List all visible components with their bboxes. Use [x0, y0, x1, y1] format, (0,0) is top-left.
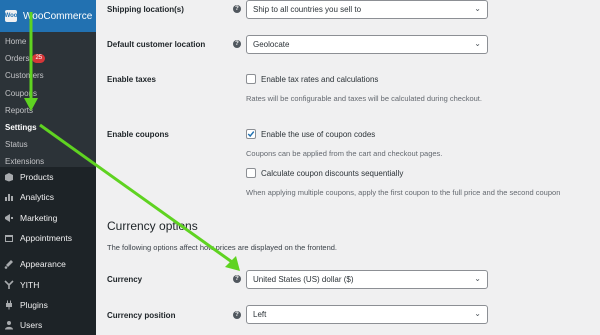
menu-label: YITH [20, 279, 40, 290]
checkmark-icon [247, 131, 255, 138]
box-icon [4, 172, 14, 182]
submenu-coupons[interactable]: Coupons [0, 85, 96, 102]
help-icon[interactable]: ? [233, 5, 241, 13]
default-customer-location-label: Default customer location [107, 40, 206, 49]
enable-coupons-checkbox-label[interactable]: Enable the use of coupon codes [261, 130, 375, 139]
submenu-home[interactable]: Home [0, 33, 96, 50]
user-icon [4, 320, 14, 330]
orders-count-badge: 25 [32, 54, 46, 64]
yith-icon [4, 280, 14, 290]
help-icon[interactable]: ? [233, 275, 241, 283]
megaphone-icon [4, 213, 14, 223]
menu-marketing[interactable]: Marketing [0, 208, 96, 228]
submenu-label: Status [5, 140, 28, 150]
menu-appointments[interactable]: Appointments [0, 228, 96, 248]
woocommerce-menu-header[interactable]: Woo WooCommerce [0, 0, 96, 32]
settings-main: Shipping location(s) ? Ship to all count… [96, 0, 600, 335]
submenu-label: Reports [5, 105, 34, 115]
currency-options-description: The following options affect how prices … [107, 243, 338, 252]
submenu-customers[interactable]: Customers [0, 67, 96, 84]
sequential-coupons-checkbox[interactable] [246, 168, 256, 178]
calendar-icon [4, 233, 14, 243]
submenu-orders[interactable]: Orders 25 [0, 50, 96, 67]
enable-taxes-label: Enable taxes [107, 75, 156, 84]
brush-icon [4, 259, 14, 270]
currency-select[interactable]: United States (US) dollar ($) ⌄ [246, 270, 488, 289]
chevron-down-icon: ⌄ [474, 4, 481, 13]
enable-taxes-checkbox-label[interactable]: Enable tax rates and calculations [261, 75, 378, 84]
menu-products[interactable]: Products [0, 167, 96, 187]
submenu-label: Coupons [5, 88, 38, 98]
menu-label: Appearance [20, 259, 66, 270]
plugin-icon [4, 300, 14, 310]
submenu-label: Orders [5, 54, 30, 64]
menu-plugins[interactable]: Plugins [0, 295, 96, 315]
enable-coupons-label: Enable coupons [107, 130, 169, 139]
sequential-coupons-checkbox-label[interactable]: Calculate coupon discounts sequentially [261, 169, 403, 178]
submenu-settings[interactable]: Settings [0, 119, 96, 136]
admin-sidebar: Woo WooCommerce Home Orders 25 Customers … [0, 0, 96, 335]
menu-analytics[interactable]: Analytics [0, 187, 96, 207]
help-icon[interactable]: ? [233, 40, 241, 48]
sequential-coupons-description: When applying multiple coupons, apply th… [246, 188, 561, 197]
submenu-reports[interactable]: Reports [0, 102, 96, 119]
woocommerce-submenu: Home Orders 25 Customers Coupons Reports … [0, 32, 96, 167]
help-icon[interactable]: ? [233, 311, 241, 319]
submenu-label: Extensions [5, 157, 45, 167]
menu-label: Plugins [20, 299, 48, 310]
submenu-label: Customers [5, 71, 44, 81]
chevron-down-icon: ⌄ [474, 309, 481, 318]
menu-appearance[interactable]: Appearance [0, 254, 96, 274]
woocommerce-logo-icon: Woo [5, 10, 17, 22]
currency-position-label: Currency position [107, 311, 176, 320]
enable-coupons-description: Coupons can be applied from the cart and… [246, 149, 443, 158]
enable-taxes-checkbox[interactable] [246, 74, 256, 84]
menu-label: Appointments [20, 233, 72, 244]
select-value: Left [253, 310, 267, 319]
submenu-status[interactable]: Status [0, 136, 96, 153]
currency-label: Currency [107, 275, 143, 284]
select-value: Geolocate [253, 40, 290, 49]
chevron-down-icon: ⌄ [474, 274, 481, 283]
menu-label: Products [20, 172, 54, 183]
submenu-label: Settings [5, 123, 37, 133]
currency-options-heading: Currency options [107, 219, 198, 233]
chevron-down-icon: ⌄ [474, 39, 481, 48]
currency-position-select[interactable]: Left ⌄ [246, 305, 488, 324]
woocommerce-menu-label: WooCommerce [23, 10, 93, 22]
submenu-label: Home [5, 37, 27, 47]
chart-icon [4, 192, 14, 202]
shipping-locations-label: Shipping location(s) [107, 5, 184, 14]
enable-coupons-checkbox[interactable] [246, 129, 256, 139]
menu-yith[interactable]: YITH [0, 274, 96, 294]
menu-label: Marketing [20, 212, 58, 223]
default-customer-location-select[interactable]: Geolocate ⌄ [246, 35, 488, 54]
select-value: Ship to all countries you sell to [253, 5, 362, 14]
enable-taxes-description: Rates will be configurable and taxes wil… [246, 94, 482, 103]
menu-label: Analytics [20, 192, 55, 203]
shipping-locations-select[interactable]: Ship to all countries you sell to ⌄ [246, 0, 488, 19]
menu-label: Users [20, 320, 43, 331]
select-value: United States (US) dollar ($) [253, 275, 354, 284]
menu-users[interactable]: Users [0, 315, 96, 335]
